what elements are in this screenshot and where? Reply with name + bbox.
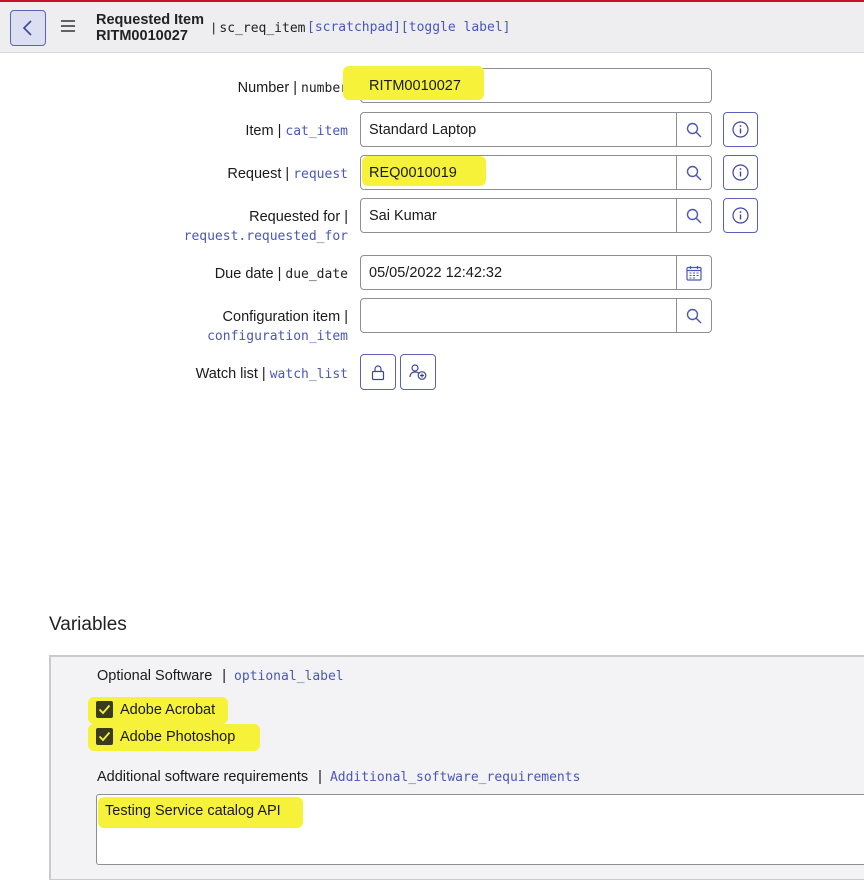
- adobe-acrobat-option[interactable]: Adobe Acrobat: [96, 701, 215, 718]
- search-icon: [686, 208, 702, 223]
- adobe-photoshop-checkbox[interactable]: [96, 728, 113, 745]
- search-icon: [686, 308, 702, 323]
- adobe-photoshop-label: Adobe Photoshop: [120, 728, 236, 745]
- watch-list-code-link[interactable]: watch_list: [270, 367, 348, 382]
- additional-software-label-text: Additional software requirements: [97, 769, 309, 785]
- optional-software-label: Optional Software | optional_label: [97, 668, 344, 684]
- back-button[interactable]: [10, 10, 46, 46]
- due-date-field[interactable]: 05/05/2022 12:42:32: [360, 255, 677, 290]
- request-label-text: Request |: [227, 166, 290, 182]
- requested-for-code-link[interactable]: request.requested_for: [184, 227, 348, 247]
- table-name-text: sc_req_item: [219, 21, 306, 36]
- configuration-item-label-text: Configuration item |: [222, 309, 348, 325]
- checkmark-icon: [98, 704, 111, 715]
- request-lookup-button[interactable]: [676, 155, 712, 190]
- record-type: Requested Item: [96, 12, 204, 28]
- configuration-item-code-link[interactable]: configuration_item: [207, 327, 348, 347]
- number-value: RITM0010027: [369, 77, 461, 94]
- adobe-acrobat-label: Adobe Acrobat: [120, 701, 216, 718]
- due-date-calendar-button[interactable]: [676, 255, 712, 290]
- number-label-text: Number |: [237, 80, 297, 96]
- request-code-link[interactable]: request: [293, 167, 348, 182]
- scratchpad-toggle-links[interactable]: [scratchpad][toggle label]: [307, 20, 511, 35]
- search-icon: [686, 165, 702, 180]
- table-name: | sc_req_item: [212, 20, 305, 36]
- due-date-label: Due date | due_date: [215, 264, 348, 285]
- add-user-icon: [409, 364, 427, 380]
- record-title: Requested Item RITM0010027: [96, 12, 204, 44]
- number-label: Number | number: [238, 78, 348, 99]
- additional-software-separator: |: [318, 769, 322, 785]
- additional-software-label: Additional software requirements | Additio…: [97, 769, 580, 785]
- requested-for-label: Requested for | request.requested_for: [184, 207, 348, 247]
- configuration-item-label: Configuration item | configuration_item: [207, 307, 348, 347]
- calendar-icon: [686, 265, 702, 281]
- unlock-watch-list-button[interactable]: [360, 354, 396, 390]
- configuration-item-lookup-button[interactable]: [676, 298, 712, 333]
- adobe-acrobat-checkbox[interactable]: [96, 701, 113, 718]
- requested-for-lookup-button[interactable]: [676, 198, 712, 233]
- header-separator: |: [212, 20, 216, 35]
- requested-for-info-button[interactable]: [723, 198, 758, 233]
- optional-software-separator: |: [222, 668, 227, 684]
- due-date-code: due_date: [285, 267, 348, 282]
- requested-for-label-text: Requested for |: [249, 209, 348, 225]
- request-label: Request | request: [227, 164, 348, 185]
- additional-software-textarea[interactable]: Testing Service catalog API: [96, 794, 864, 865]
- requested-for-value: Sai Kumar: [369, 207, 437, 224]
- chevron-left-icon: [22, 20, 32, 36]
- request-info-button[interactable]: [723, 155, 758, 190]
- item-value: Standard Laptop: [369, 121, 477, 138]
- item-label: Item | cat_item: [245, 121, 348, 142]
- watch-list-label: Watch list | watch_list: [196, 364, 348, 385]
- optional-software-code-link[interactable]: optional_label: [234, 669, 344, 684]
- add-me-watch-list-button[interactable]: [400, 354, 436, 390]
- item-label-text: Item |: [245, 123, 282, 139]
- search-icon: [686, 122, 702, 137]
- watch-list-label-text: Watch list |: [195, 366, 266, 382]
- form-header: Requested Item RITM0010027 | sc_req_item …: [0, 2, 864, 53]
- lock-icon: [371, 364, 385, 380]
- additional-software-value: Testing Service catalog API: [105, 803, 281, 819]
- info-icon: [732, 164, 749, 181]
- item-code-link[interactable]: cat_item: [285, 124, 348, 139]
- due-date-value: 05/05/2022 12:42:32: [369, 264, 503, 281]
- item-lookup-button[interactable]: [676, 112, 712, 147]
- number-code: number: [301, 81, 348, 96]
- adobe-photoshop-option[interactable]: Adobe Photoshop: [96, 728, 235, 745]
- checkmark-icon: [98, 731, 111, 742]
- info-icon: [732, 207, 749, 224]
- info-icon: [732, 121, 749, 138]
- additional-software-code-link[interactable]: Additional_software_requirements: [330, 770, 580, 785]
- configuration-item-field[interactable]: [360, 298, 677, 333]
- optional-software-label-text: Optional Software: [97, 668, 213, 684]
- item-info-button[interactable]: [723, 112, 758, 147]
- requested-for-field[interactable]: Sai Kumar: [360, 198, 677, 233]
- variables-section-title: Variables: [49, 614, 127, 635]
- record-number: RITM0010027: [96, 28, 188, 44]
- item-field[interactable]: Standard Laptop: [360, 112, 677, 147]
- due-date-label-text: Due date |: [214, 266, 282, 282]
- request-value: REQ0010019: [369, 164, 457, 181]
- hamburger-menu-icon[interactable]: [61, 20, 75, 32]
